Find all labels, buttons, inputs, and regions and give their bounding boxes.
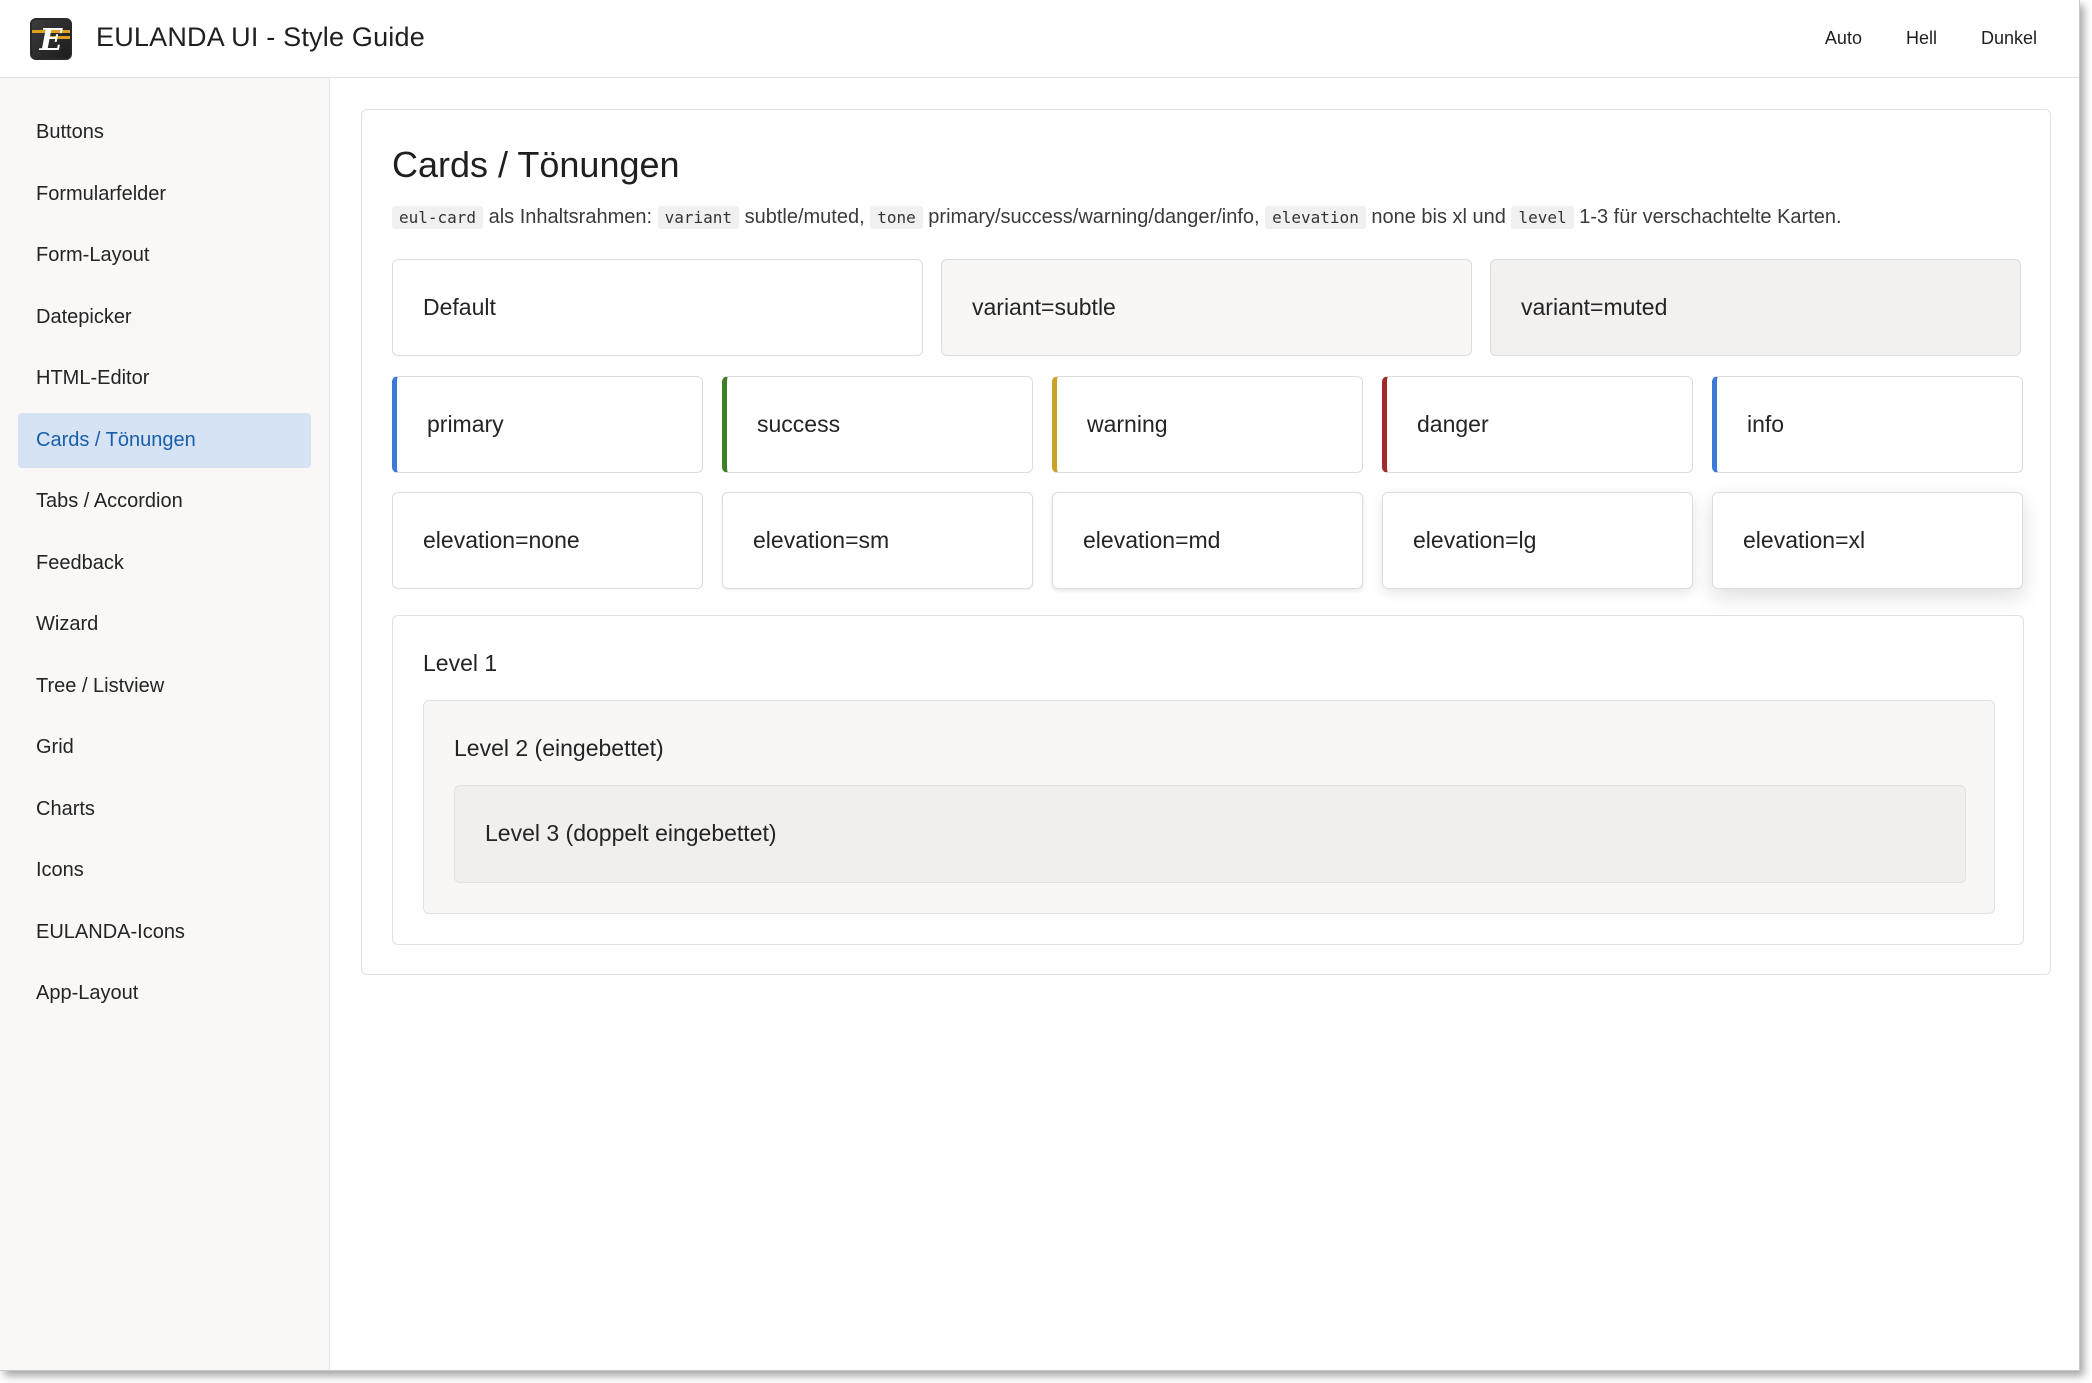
sidebar-nav: Buttons Formularfelder Form-Layout Datep…: [0, 78, 330, 1370]
sidebar-item-formularfelder[interactable]: Formularfelder: [18, 167, 311, 222]
section-title: Cards / Tönungen: [392, 144, 680, 185]
sidebar-item-cards[interactable]: Cards / Tönungen: [18, 412, 311, 468]
sidebar-item-buttons[interactable]: Buttons: [18, 105, 311, 160]
card-elevation-lg: elevation=lg: [1382, 492, 1693, 589]
app-window: E EULANDA UI - Style Guide Auto Hell Dun…: [0, 0, 2080, 1371]
level-1-label: Level 1: [423, 650, 498, 676]
sidebar-item-tree-listview[interactable]: Tree / Listview: [18, 659, 311, 714]
sidebar-item-eulanda-icons[interactable]: EULANDA-Icons: [18, 905, 311, 960]
code-eul-card: eul-card: [392, 206, 484, 229]
code-level: level: [1511, 206, 1574, 229]
app-header: E EULANDA UI - Style Guide Auto Hell Dun…: [0, 0, 2079, 78]
sidebar-item-html-editor[interactable]: HTML-Editor: [18, 351, 311, 406]
sidebar-item-wizard[interactable]: Wizard: [18, 597, 311, 652]
cards-section: Cards / Tönungen eul-card als Inhaltsrah…: [361, 109, 2051, 975]
sidebar-item-grid[interactable]: Grid: [18, 720, 311, 775]
app-title: EULANDA UI - Style Guide: [96, 22, 425, 52]
card-variant-subtle: variant=subtle: [941, 259, 1472, 356]
card-tone-primary: primary: [392, 376, 703, 473]
theme-switch: Auto Hell Dunkel: [1803, 22, 2059, 55]
sidebar-item-icons[interactable]: Icons: [18, 843, 311, 898]
sidebar-item-form-layout[interactable]: Form-Layout: [18, 228, 311, 283]
theme-dark-button[interactable]: Dunkel: [1959, 22, 2059, 55]
card-default: Default: [392, 259, 923, 356]
sidebar-item-charts[interactable]: Charts: [18, 782, 311, 837]
card-tone-warning: warning: [1052, 376, 1363, 473]
description-text: primary/success/warning/danger/info,: [922, 206, 1266, 228]
theme-auto-button[interactable]: Auto: [1803, 22, 1884, 55]
theme-light-button[interactable]: Hell: [1884, 22, 1959, 55]
level-3-label: Level 3 (doppelt eingebettet): [485, 820, 777, 846]
description-text: subtle/muted,: [739, 206, 871, 228]
card-tone-danger: danger: [1382, 376, 1693, 473]
card-tone-info: info: [1712, 376, 2023, 473]
card-variant-muted: variant=muted: [1490, 259, 2021, 356]
code-variant: variant: [657, 206, 740, 229]
card-elevation-xl: elevation=xl: [1712, 492, 2023, 589]
card-level-3: Level 3 (doppelt eingebettet): [454, 785, 1966, 883]
card-elevation-none: elevation=none: [392, 492, 703, 589]
sidebar-item-feedback[interactable]: Feedback: [18, 536, 311, 591]
eulanda-logo-icon: E: [30, 18, 72, 60]
code-elevation: elevation: [1265, 206, 1366, 229]
card-elevation-md: elevation=md: [1052, 492, 1363, 589]
description-text: 1-3 für verschachtelte Karten.: [1573, 206, 1842, 228]
description-text: none bis xl und: [1365, 206, 1512, 228]
card-level-2: Level 2 (eingebettet) Level 3 (doppelt e…: [423, 700, 1995, 914]
card-level-1: Level 1 Level 2 (eingebettet) Level 3 (d…: [392, 615, 2024, 945]
sidebar-item-tabs-accordion[interactable]: Tabs / Accordion: [18, 474, 311, 529]
card-tone-success: success: [722, 376, 1033, 473]
main-content: Cards / Tönungen eul-card als Inhaltsrah…: [330, 78, 2079, 1370]
sidebar-item-datepicker[interactable]: Datepicker: [18, 290, 311, 345]
card-elevation-sm: elevation=sm: [722, 492, 1033, 589]
code-tone: tone: [870, 206, 923, 229]
sidebar-item-app-layout[interactable]: App-Layout: [18, 966, 311, 1021]
level-2-label: Level 2 (eingebettet): [454, 735, 664, 761]
description-text: als Inhaltsrahmen:: [483, 206, 658, 228]
section-description: eul-card als Inhaltsrahmen: variant subt…: [392, 206, 1842, 229]
